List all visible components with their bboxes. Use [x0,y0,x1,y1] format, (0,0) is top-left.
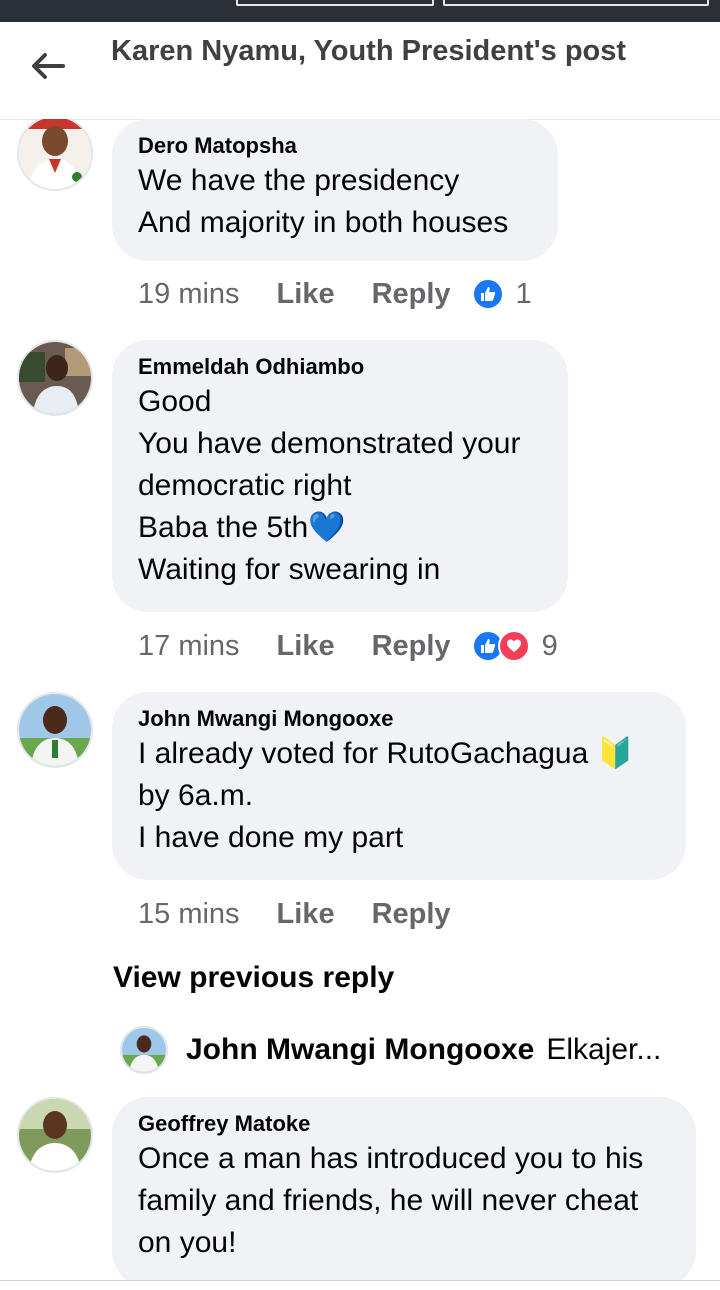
like-button[interactable]: Like [277,630,335,663]
comment-text-line: democratic right [138,469,352,502]
like-button[interactable]: Like [277,898,335,931]
reply-button[interactable]: Reply [372,898,451,931]
comment-text-line: by 6a.m. [138,779,254,812]
comment-author[interactable]: Geoffrey Matoke [138,1110,670,1138]
comment-text-line: Good [138,385,212,418]
comment-author[interactable]: Emmeldah Odhiambo [138,353,542,381]
comment-bubble[interactable]: John Mwangi Mongooxe I already voted for… [112,692,686,880]
avatar[interactable] [17,340,93,416]
comment-text-line: on you! [138,1226,237,1259]
post-header: Karen Nyamu, Youth President's post [0,22,720,120]
comment-text-line: We have the presidency [138,164,460,197]
reaction-count: 9 [541,629,558,662]
comment-text-line: family and friends, he will never cheat [138,1184,639,1217]
avatar[interactable] [17,692,93,768]
reply-author[interactable]: John Mwangi Mongooxe [186,1033,534,1067]
comment-text-line: Waiting for swearing in [138,553,441,586]
comment-meta: 17 mins Like Reply 9 [138,624,558,668]
comment-text-line: Once a man has introduced you to his [138,1142,644,1175]
comment-text-line: I have done my part [138,821,404,854]
arrow-left-icon [32,53,65,79]
comment-text-line: And majority in both houses [138,206,509,239]
status-bar-tab-left [236,0,434,6]
comment-bubble[interactable]: Emmeldah Odhiambo Good You have demonstr… [112,340,568,612]
comment-bubble[interactable]: Dero Matopsha We have the presidency And… [112,119,558,261]
comment-text-line: Baba the 5th💙 [138,511,346,544]
reply-snippet: Elkajer... [546,1033,662,1066]
status-bar [0,0,720,22]
like-reaction-icon [471,278,504,310]
comment-author[interactable]: John Mwangi Mongooxe [138,705,660,733]
page-title: Karen Nyamu, Youth President's post [111,35,627,67]
avatar[interactable] [17,1097,93,1173]
reply-preview[interactable]: John Mwangi Mongooxe Elkajer... [120,1025,661,1075]
comment-text-line: I already voted for RutoGachagua 🔰 [138,737,634,770]
reactions-summary[interactable]: 1 [471,277,532,311]
view-previous-reply-link[interactable]: View previous reply [113,961,394,995]
reply-button[interactable]: Reply [372,630,451,663]
reply-button[interactable]: Reply [372,278,451,311]
comment-meta: 15 mins Like Reply [138,892,488,936]
reactions-summary[interactable]: 9 [471,629,558,663]
avatar[interactable] [120,1026,168,1074]
comment-author[interactable]: Dero Matopsha [138,132,532,160]
reaction-count: 1 [515,277,532,310]
comment-timestamp: 17 mins [138,629,240,662]
comment-meta: 19 mins Like Reply 1 [138,272,532,316]
comments-feed: Dero Matopsha We have the presidency And… [0,119,720,1289]
back-button[interactable] [26,46,70,86]
like-button[interactable]: Like [277,278,335,311]
love-reaction-icon [497,630,530,662]
comment-timestamp: 19 mins [138,277,240,310]
status-bar-tab-right [443,0,709,6]
comment-timestamp: 15 mins [138,897,240,930]
comment-text-line: You have demonstrated your [138,427,521,460]
avatar[interactable] [17,119,93,191]
comment-bubble[interactable]: Geoffrey Matoke Once a man has introduce… [112,1097,696,1287]
